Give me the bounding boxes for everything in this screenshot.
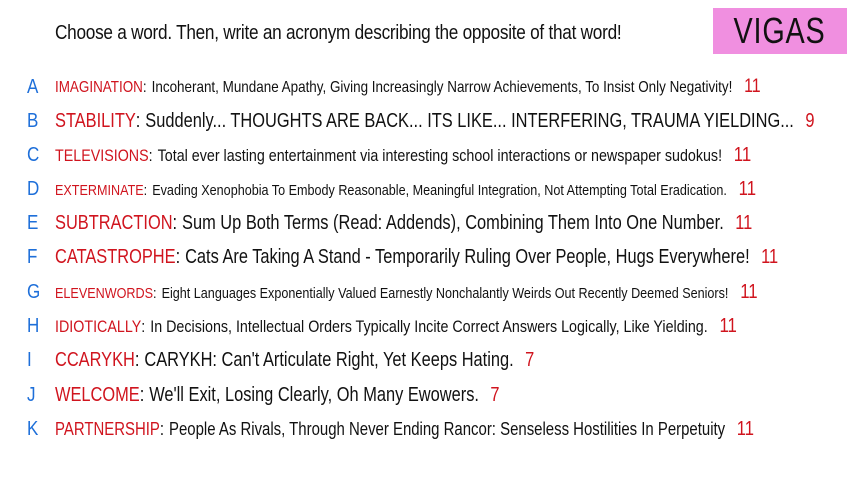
entry-acronym: Total ever lasting entertainment via int…: [157, 145, 723, 165]
entry-line: EXTERMINATE: Evading Xenophobia To Embody…: [55, 178, 756, 201]
entry-count: 7: [525, 348, 535, 371]
entry-colon: :: [135, 109, 141, 132]
entry-colon: :: [159, 418, 165, 439]
entry-colon: :: [142, 79, 147, 96]
entry-colon: :: [148, 145, 153, 165]
entry-acronym: Eight Languages Exponentially Valued Ear…: [161, 284, 729, 302]
entry-acronym: We'll Exit, Losing Clearly, Oh Many Ewow…: [149, 383, 479, 406]
entry-acronym: Cats Are Taking A Stand - Temporarily Ru…: [185, 245, 750, 268]
entry-letter: A: [27, 75, 39, 98]
entry-line: CATASTROPHE: Cats Are Taking A Stand - Te…: [55, 246, 778, 269]
entry-letter: C: [27, 143, 40, 166]
entry-word: CATASTROPHE: [55, 245, 176, 268]
entry-word: TELEVISIONS: [55, 145, 149, 165]
entry-count: 11: [744, 76, 761, 97]
entry-letter: B: [27, 109, 39, 132]
entry-acronym: In Decisions, Intellectual Orders Typica…: [150, 316, 708, 336]
entry-word: WELCOME: [55, 383, 140, 406]
entry-line: TELEVISIONS: Total ever lasting entertain…: [55, 144, 751, 167]
entry-letter: I: [27, 348, 32, 371]
entry-line: STABILITY: Suddenly... THOUGHTS ARE BACK.…: [55, 110, 814, 133]
badge-label: VIGAS: [733, 10, 827, 51]
entry-letter: E: [27, 211, 39, 234]
entry-count: 11: [740, 280, 758, 303]
entry-line: SUBTRACTION: Sum Up Both Terms (Read: Add…: [55, 212, 752, 235]
entry-count: 11: [735, 211, 753, 234]
entry-word: ELEVENWORDS: [55, 284, 154, 302]
entry-count: 11: [733, 143, 752, 166]
entry-colon: :: [134, 348, 140, 371]
entry-letter: J: [27, 383, 36, 406]
entry-colon: :: [175, 245, 181, 268]
entry-colon: :: [172, 211, 178, 234]
entry-colon: :: [141, 316, 146, 336]
entry-acronym: Evading Xenophobia To Embody Reasonable,…: [152, 181, 727, 199]
entry-acronym: Sum Up Both Terms (Read: Addends), Combi…: [182, 211, 724, 234]
entry-count: 7: [490, 383, 500, 406]
entry-word: PARTNERSHIP: [55, 418, 160, 439]
entry-colon: :: [143, 181, 148, 199]
entry-letter: F: [27, 245, 38, 268]
entry-letter: K: [27, 417, 39, 440]
entry-colon: :: [153, 284, 157, 302]
entry-letter: H: [27, 314, 40, 337]
entry-acronym: CARYKH: Can't Articulate Right, Yet Keep…: [144, 348, 514, 371]
entry-line: ELEVENWORDS: Eight Languages Exponentiall…: [55, 281, 758, 304]
entry-line: WELCOME: We'll Exit, Losing Clearly, Oh M…: [55, 384, 500, 407]
entry-count: 11: [736, 417, 755, 440]
entry-word: SUBTRACTION: [55, 211, 173, 234]
entry-count: 11: [719, 314, 737, 337]
entry-word: STABILITY: [55, 109, 136, 132]
entry-word: CCARYKH: [55, 348, 135, 371]
entry-word: IDIOTICALLY: [55, 316, 142, 336]
entry-count: 9: [805, 109, 815, 132]
entry-letter: D: [27, 177, 40, 200]
entry-word: IMAGINATION: [55, 79, 143, 96]
entry-word: EXTERMINATE: [55, 181, 144, 199]
entry-line: PARTNERSHIP: People As Rivals, Through Ne…: [55, 418, 754, 441]
entry-line: IDIOTICALLY: In Decisions, Intellectual O…: [55, 315, 737, 338]
entry-count: 11: [761, 245, 779, 268]
entry-acronym: Suddenly... THOUGHTS ARE BACK... ITS LIK…: [145, 109, 794, 132]
entry-acronym: Incoherant, Mundane Apathy, Giving Incre…: [151, 79, 733, 96]
entry-line: CCARYKH: CARYKH: Can't Articulate Right, …: [55, 349, 534, 372]
entry-line: IMAGINATION: Incoherant, Mundane Apathy, …: [55, 76, 761, 98]
entry-letter: G: [27, 280, 41, 303]
entry-acronym: People As Rivals, Through Never Ending R…: [169, 418, 726, 439]
entry-count: 11: [738, 177, 757, 200]
entry-colon: :: [139, 383, 145, 406]
vigas-badge: VIGAS: [713, 8, 847, 54]
prompt-text: Choose a word. Then, write an acronym de…: [55, 22, 622, 44]
